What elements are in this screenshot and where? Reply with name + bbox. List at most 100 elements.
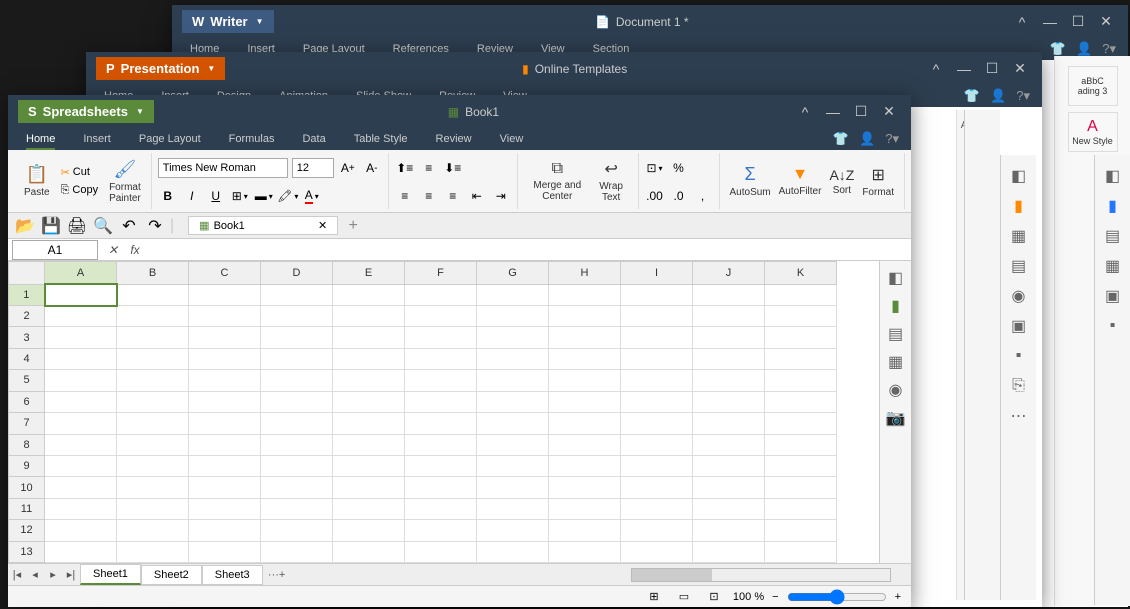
cell[interactable] (189, 327, 261, 348)
undo-icon[interactable]: ↶ (118, 215, 140, 237)
cell[interactable] (693, 370, 765, 391)
cell[interactable] (117, 327, 189, 348)
align-right-icon[interactable]: ≡ (443, 186, 463, 206)
cell[interactable] (549, 455, 621, 476)
cell[interactable] (405, 327, 477, 348)
layout-icon[interactable]: ▤ (1008, 255, 1030, 277)
cell[interactable] (693, 455, 765, 476)
cell[interactable] (333, 370, 405, 391)
cell[interactable] (693, 477, 765, 498)
underline-button[interactable]: U (206, 186, 226, 206)
window-up-icon[interactable]: ^ (924, 59, 948, 79)
cell[interactable] (333, 520, 405, 541)
cell[interactable] (693, 284, 765, 305)
row-header[interactable]: 5 (9, 370, 45, 391)
close-icon[interactable]: ✕ (1094, 12, 1118, 32)
cut-button[interactable]: ✂Cut (58, 165, 102, 180)
cell[interactable] (765, 434, 837, 455)
help-icon[interactable]: ?▾ (1102, 41, 1116, 57)
cell[interactable] (45, 434, 117, 455)
chart-icon[interactable]: ▣ (1008, 315, 1030, 337)
ss-menu-view[interactable]: View (500, 128, 524, 150)
column-header[interactable]: D (261, 262, 333, 285)
cell[interactable] (693, 413, 765, 434)
sheet-tab-2[interactable]: Sheet2 (141, 565, 202, 585)
cell[interactable] (765, 348, 837, 369)
cell[interactable] (45, 477, 117, 498)
cell[interactable] (405, 391, 477, 412)
close-icon[interactable]: ✕ (877, 102, 901, 122)
minimize-icon[interactable]: — (1038, 12, 1062, 32)
cell[interactable] (765, 477, 837, 498)
new-tab-icon[interactable]: + (342, 215, 364, 237)
column-header[interactable]: G (477, 262, 549, 285)
cell[interactable] (549, 541, 621, 562)
cell[interactable] (405, 498, 477, 519)
writer-app-badge[interactable]: W Writer ▼ (182, 10, 274, 33)
row-header[interactable]: 9 (9, 455, 45, 476)
row-header[interactable]: 3 (9, 327, 45, 348)
link-icon[interactable]: ⎘ (1008, 375, 1030, 397)
cell[interactable] (333, 434, 405, 455)
maximize-icon[interactable]: ☐ (1066, 12, 1090, 32)
document-tab[interactable]: ▦ Book1 ✕ (188, 216, 338, 235)
cell[interactable] (333, 327, 405, 348)
cell[interactable] (765, 391, 837, 412)
italic-button[interactable]: I (182, 186, 202, 206)
cell[interactable] (261, 541, 333, 562)
cell[interactable] (45, 284, 117, 305)
cell[interactable] (621, 455, 693, 476)
cell[interactable] (549, 498, 621, 519)
sheet-tab-1[interactable]: Sheet1 (80, 564, 141, 585)
indent-increase-icon[interactable]: ⇥ (491, 186, 511, 206)
cell[interactable] (549, 348, 621, 369)
cell[interactable] (477, 434, 549, 455)
maximize-icon[interactable]: ☐ (849, 102, 873, 122)
grid-icon[interactable]: ▦ (1008, 225, 1030, 247)
row-header[interactable]: 7 (9, 413, 45, 434)
view-normal-icon[interactable]: ⊞ (643, 586, 665, 608)
ss-menu-insert[interactable]: Insert (83, 128, 111, 150)
cell[interactable] (117, 348, 189, 369)
column-header[interactable]: K (765, 262, 837, 285)
cancel-formula-icon[interactable]: ✕ (102, 243, 124, 257)
cell[interactable] (621, 391, 693, 412)
cell[interactable] (621, 370, 693, 391)
cell[interactable] (765, 498, 837, 519)
row-header[interactable]: 12 (9, 520, 45, 541)
cell[interactable] (693, 434, 765, 455)
cell[interactable] (45, 520, 117, 541)
align-top-icon[interactable]: ⬆≡ (395, 158, 415, 178)
align-center-icon[interactable]: ≡ (419, 186, 439, 206)
insert-icon[interactable]: ▤ (885, 323, 907, 345)
new-style-button[interactable]: A New Style (1068, 112, 1118, 152)
cell[interactable] (117, 520, 189, 541)
cell[interactable] (45, 306, 117, 327)
presentation-app-badge[interactable]: P Presentation ▼ (96, 57, 225, 80)
cell[interactable] (405, 541, 477, 562)
cell[interactable] (189, 370, 261, 391)
cell[interactable] (189, 455, 261, 476)
cell[interactable] (405, 284, 477, 305)
cell[interactable] (621, 498, 693, 519)
cell[interactable] (765, 370, 837, 391)
spreadsheet-app-badge[interactable]: S Spreadsheets ▼ (18, 100, 154, 123)
cell[interactable] (549, 370, 621, 391)
view-break-icon[interactable]: ⊡ (703, 586, 725, 608)
maximize-icon[interactable]: ☐ (980, 59, 1004, 79)
cell[interactable] (477, 455, 549, 476)
cell[interactable] (45, 370, 117, 391)
cell[interactable] (189, 541, 261, 562)
pivot-icon[interactable]: ◉ (885, 379, 907, 401)
cell[interactable] (117, 498, 189, 519)
sort-button[interactable]: A↓Z Sort (825, 153, 858, 209)
cell[interactable] (261, 327, 333, 348)
font-size-select[interactable] (292, 158, 334, 178)
minimize-icon[interactable]: — (821, 102, 845, 122)
column-header[interactable]: H (549, 262, 621, 285)
cell[interactable] (261, 498, 333, 519)
media-icon[interactable]: ▪ (1008, 345, 1030, 367)
cell[interactable] (117, 413, 189, 434)
sheet-last-icon[interactable]: ▸| (62, 566, 80, 584)
cell[interactable] (189, 284, 261, 305)
